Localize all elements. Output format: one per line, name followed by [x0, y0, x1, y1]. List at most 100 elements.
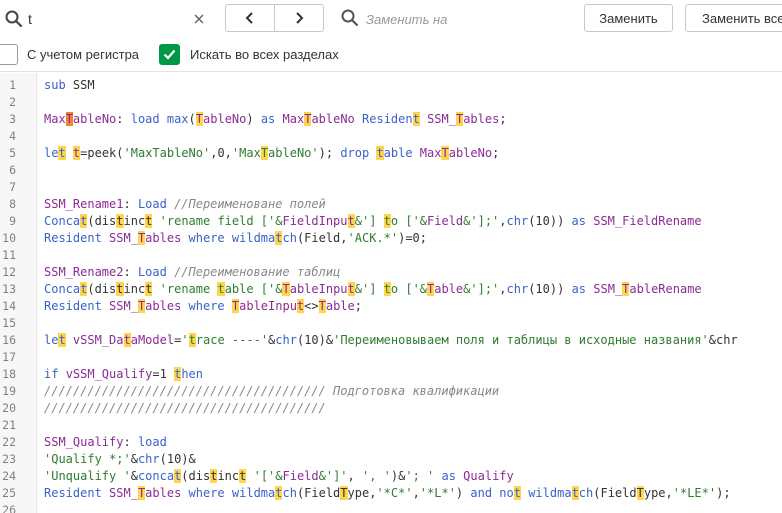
match-navigation: [225, 4, 324, 32]
code-token: no: [499, 486, 514, 500]
code-token: able: [434, 282, 464, 296]
script-editor[interactable]: 1 sub SSM 2 3 MaxTableNo: load max(TableNo) …: [0, 73, 782, 513]
code-token: as: [260, 112, 283, 126]
code-token: max: [166, 112, 189, 126]
close-icon[interactable]: [189, 9, 209, 29]
code-token: );: [318, 146, 341, 160]
code-token: 'Unqualify ': [44, 469, 131, 483]
search-options: С учетом регистра Искать во всех раздела…: [0, 40, 782, 70]
code-token: o ['&: [390, 214, 428, 228]
code-token: Max: [419, 146, 442, 160]
code-token: (: [188, 112, 196, 126]
code-line: 19 //////////////////////////////////////…: [0, 383, 782, 400]
search-match: T: [441, 146, 449, 160]
code-token: load: [137, 435, 167, 449]
line-number: 25: [2, 486, 16, 500]
code-token: ,: [347, 469, 362, 483]
code-token: :: [123, 435, 138, 449]
code-line: 18 if vSSM_Qualify=1 then: [0, 366, 782, 383]
search-match: t: [347, 282, 355, 296]
code-token: )&: [390, 469, 406, 483]
search-match: T: [636, 486, 644, 500]
line-number: 24: [2, 469, 16, 483]
code-token: able: [383, 146, 420, 160]
search-match: T: [65, 112, 73, 126]
line-number: 2: [9, 95, 16, 109]
code-token: ableNo: [203, 112, 247, 126]
code-text: SSM_Rename2: Load //Переименование табли…: [44, 264, 340, 281]
code-token: SSM_: [109, 299, 138, 313]
code-token: (10)): [528, 214, 572, 228]
code-token: &: [130, 452, 138, 466]
code-text: Concat(distinct 'rename table ['&TableIn…: [44, 281, 702, 298]
search-all-sections-checkbox[interactable]: [159, 44, 180, 65]
code-token: able: [325, 299, 355, 313]
code-token: hen: [181, 367, 203, 381]
code-token: le: [44, 146, 59, 160]
code-line: 10 Resident SSM_Tables where wildmatch(Fi…: [0, 230, 782, 247]
next-match-button[interactable]: [274, 5, 323, 31]
line-number: 21: [2, 418, 16, 432]
code-token: ableRename: [629, 282, 702, 296]
code-line: 12 SSM_Rename2: Load //Переименование таб…: [0, 264, 782, 281]
line-number: 23: [2, 452, 16, 466]
code-token: 'Переименовываем поля и таблицы в исходн…: [333, 333, 709, 347]
code-token: ': [181, 333, 189, 347]
previous-match-button[interactable]: [226, 5, 274, 31]
code-line: 11: [0, 247, 782, 264]
code-token: Resident: [44, 486, 110, 500]
line-number: 26: [2, 503, 16, 513]
code-token: &'];': [463, 214, 500, 228]
code-token: '*LE*': [672, 486, 717, 500]
code-line: 21: [0, 417, 782, 434]
chevron-right-icon: [296, 12, 304, 24]
replace-input[interactable]: [366, 6, 566, 32]
code-token: SSM_Qualify: [44, 435, 124, 449]
code-token: ///////////////////////////////////////: [44, 401, 326, 415]
chevron-left-icon: [245, 12, 253, 24]
replace-all-button[interactable]: Заменить все: [685, 4, 782, 32]
code-text: 'Qualify *;'&chr(10)&: [44, 451, 196, 468]
code-token: SSM_: [427, 112, 456, 126]
code-token: chr: [137, 452, 160, 466]
code-line: 17: [0, 349, 782, 366]
code-token: (10)&: [296, 333, 334, 347]
code-token: sub: [44, 78, 66, 92]
code-text: SSM_Rename1: Load //Переименоване полей: [44, 196, 326, 213]
code-text: Resident SSM_Tables where wildmatch(Fiel…: [44, 485, 731, 502]
replace-button[interactable]: Заменить: [584, 4, 673, 32]
code-token: &']': [318, 469, 348, 483]
code-token: Max: [282, 112, 305, 126]
code-token: SSM_: [109, 231, 138, 245]
search-match: T: [195, 112, 204, 126]
code-token: '['&: [253, 469, 283, 483]
search-match: T: [260, 146, 269, 160]
code-token: ;: [492, 146, 500, 160]
code-line: 26: [0, 502, 782, 513]
code-line: 5 let t=peek('MaxTableNo',0,'MaxTableNo')…: [0, 145, 782, 162]
code-token: Field: [282, 469, 319, 483]
code-token: Residen: [362, 112, 413, 126]
line-number: 12: [2, 265, 16, 279]
match-case-checkbox[interactable]: [0, 44, 18, 65]
code-token: Max: [44, 112, 66, 126]
code-token: Conca: [44, 214, 81, 228]
code-token: ch: [282, 486, 297, 500]
code-line: 4: [0, 128, 782, 145]
code-token: &chr: [708, 333, 738, 347]
code-token: able ['&: [224, 282, 283, 296]
line-number: 17: [2, 350, 16, 364]
code-token: where: [188, 231, 232, 245]
find-input[interactable]: [28, 6, 208, 32]
line-number: 19: [2, 384, 16, 398]
code-token: where: [188, 486, 232, 500]
match-case-label: С учетом регистра: [27, 47, 140, 62]
code-token: (Field: [593, 486, 637, 500]
code-token: Resident: [44, 299, 110, 313]
code-token: conca: [137, 469, 175, 483]
find-replace-row: Заменить Заменить все: [0, 0, 782, 38]
code-token: aModel: [130, 333, 175, 347]
code-token: SSM_Rename2: [44, 265, 124, 279]
